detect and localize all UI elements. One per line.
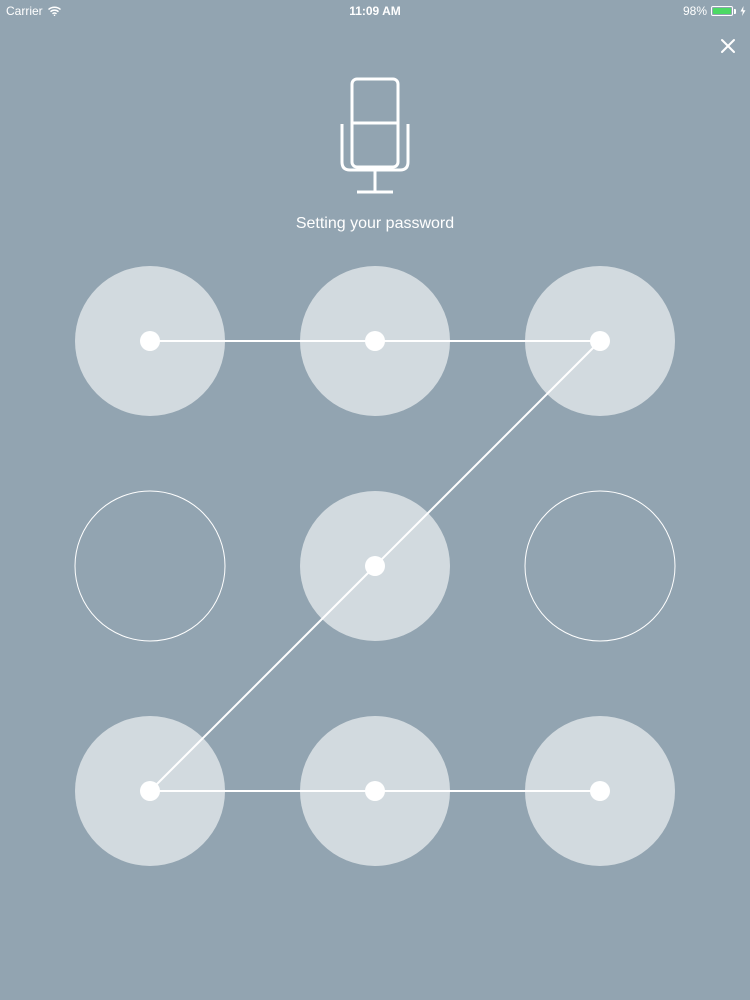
pattern-node-dot (140, 781, 160, 801)
pattern-node-dot (365, 331, 385, 351)
pattern-node-dot (590, 331, 610, 351)
pattern-node-6[interactable] (524, 490, 676, 642)
pattern-node-dot (590, 781, 610, 801)
pattern-node-4[interactable] (74, 490, 226, 642)
pattern-node-circle (524, 490, 676, 642)
pattern-lock-grid[interactable] (0, 0, 750, 1000)
pattern-node-dot (365, 781, 385, 801)
pattern-node-dot (140, 331, 160, 351)
pattern-node-circle (74, 490, 226, 642)
pattern-node-dot (365, 556, 385, 576)
